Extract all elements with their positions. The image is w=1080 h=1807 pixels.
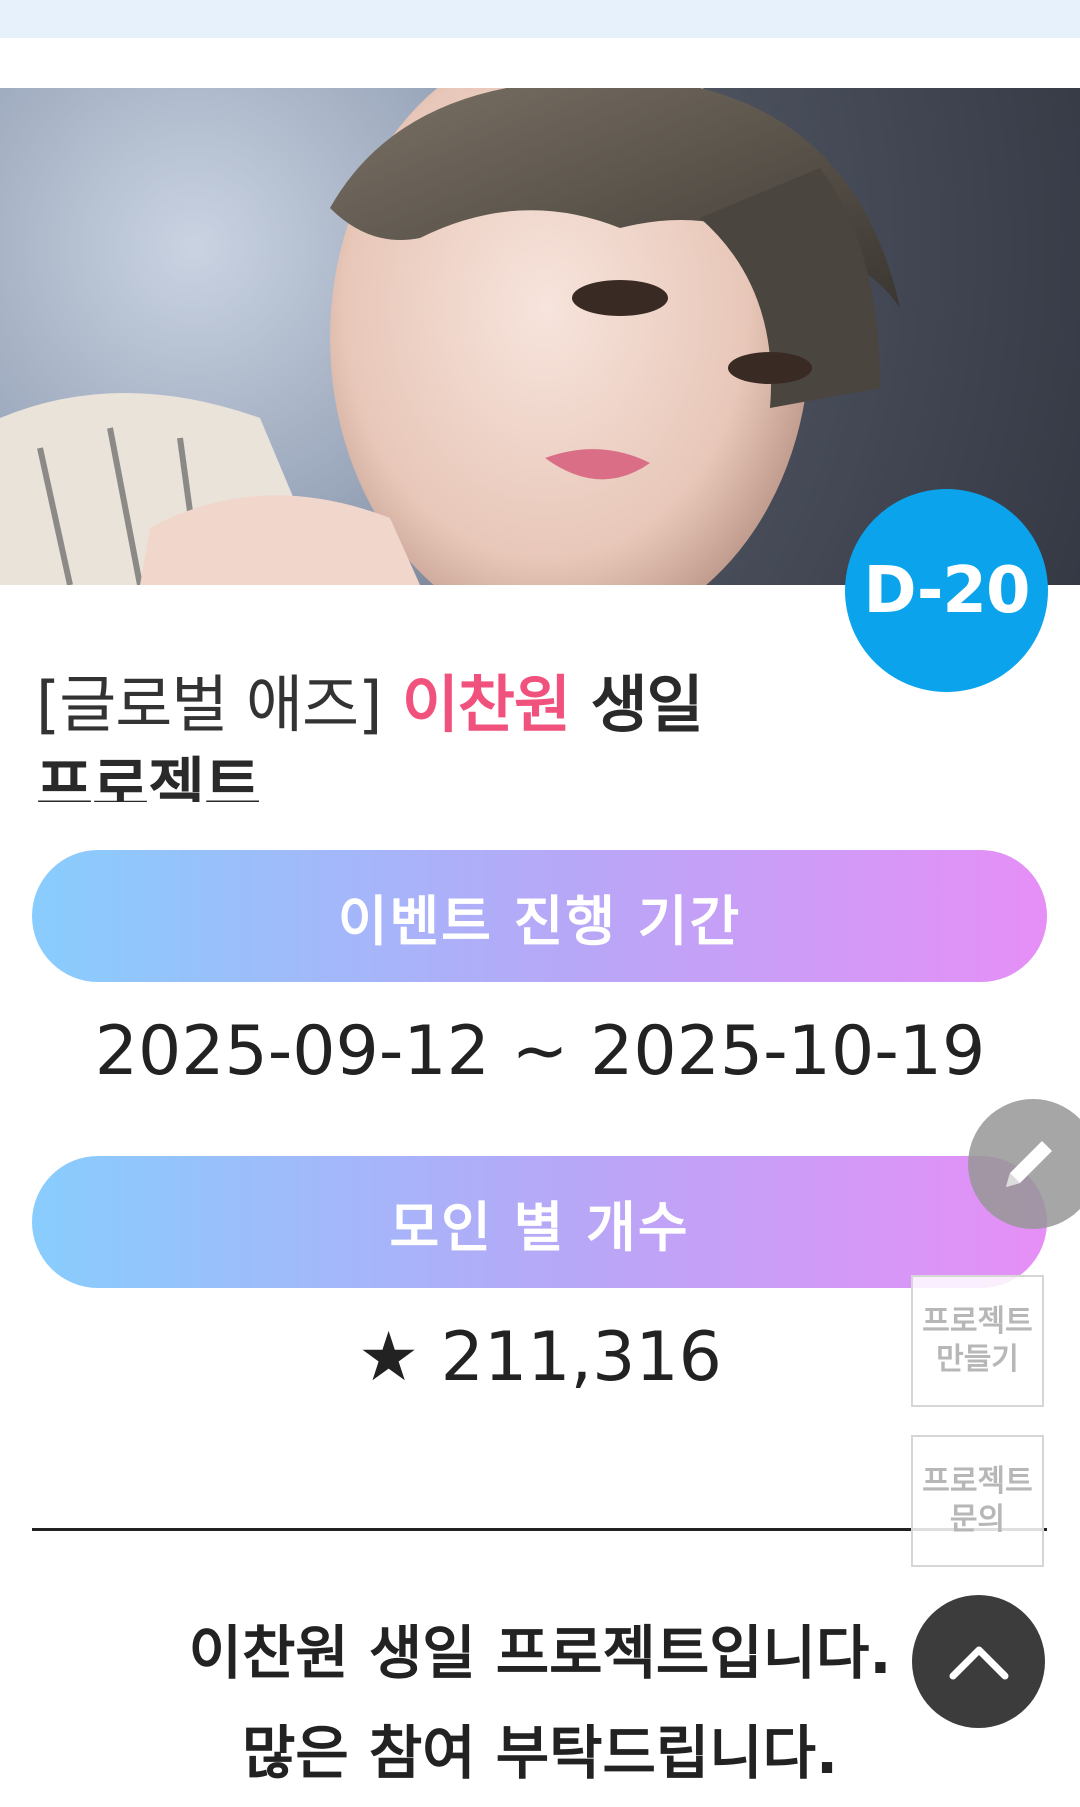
create-project-label-line1: 프로젝트 xyxy=(922,1304,1033,1339)
section-divider xyxy=(32,1528,1047,1531)
project-inquiry-button[interactable]: 프로젝트 문의 xyxy=(911,1435,1044,1567)
create-project-label-line2: 만들기 xyxy=(936,1342,1019,1377)
stars-collected-label: 모인 별 개수 xyxy=(32,1156,1047,1288)
project-title: [글로벌 애즈] 이찬원 생일 프로젝트 xyxy=(36,664,836,802)
title-artist-name: 이찬원 xyxy=(401,668,571,741)
project-title-line2: 프로젝트 xyxy=(36,750,261,802)
event-period-label: 이벤트 진행 기간 xyxy=(32,850,1047,982)
scroll-to-top-button[interactable] xyxy=(912,1595,1045,1728)
top-bar xyxy=(0,0,1080,38)
description-line: 많은 참여 부탁드립니다. xyxy=(241,1719,839,1787)
project-title-line1: [글로벌 애즈] 이찬원 생일 xyxy=(36,664,836,746)
d-day-badge: D-20 xyxy=(845,489,1048,692)
create-project-button[interactable]: 프로젝트 만들기 xyxy=(911,1275,1044,1407)
pencil-icon xyxy=(1006,1141,1052,1187)
title-suffix: 생일 xyxy=(590,668,704,741)
project-inquiry-label-line1: 프로젝트 xyxy=(922,1464,1033,1499)
title-prefix: [글로벌 애즈] xyxy=(36,668,382,741)
event-period-value: 2025-09-12 ~ 2025-10-19 xyxy=(94,1012,986,1091)
chevron-up-icon xyxy=(949,1646,1008,1679)
project-inquiry-label-line2: 문의 xyxy=(949,1502,1006,1537)
